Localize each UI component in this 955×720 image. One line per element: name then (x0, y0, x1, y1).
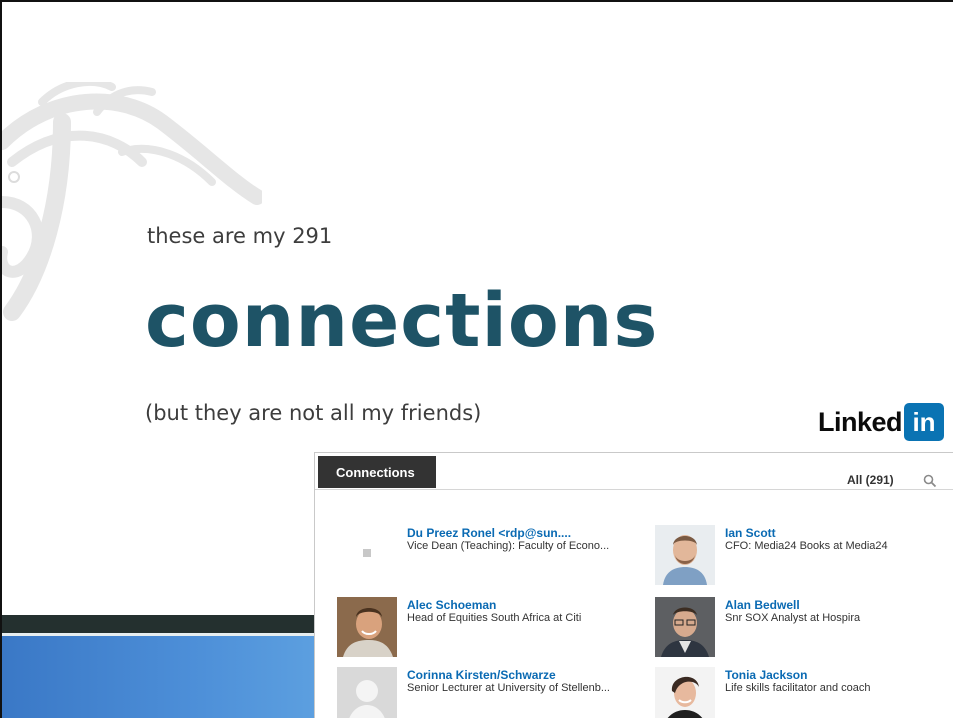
filter-all[interactable]: All (291) (847, 473, 894, 487)
connection-name[interactable]: Corinna Kirsten/Schwarze (407, 668, 556, 682)
connection-name[interactable]: Du Preez Ronel <rdp@sun.... (407, 526, 571, 540)
connection-title: Senior Lecturer at University of Stellen… (407, 682, 610, 694)
logo-badge: in (904, 403, 945, 441)
connections-panel: Connections All (291) Du Preez Ronel <rd… (314, 452, 953, 718)
footer-blue-band (2, 636, 322, 718)
connection-title: Life skills facilitator and coach (725, 682, 871, 694)
connection-title: Snr SOX Analyst at Hospira (725, 612, 861, 624)
connection-item[interactable]: Ian Scott CFO: Media24 Books at Media24 (655, 525, 953, 589)
slide: these are my 291 connections (but they a… (0, 0, 953, 718)
connection-item[interactable]: Du Preez Ronel <rdp@sun.... Vice Dean (T… (337, 525, 637, 589)
avatar-placeholder-icon[interactable] (337, 667, 397, 718)
search-icon[interactable] (923, 474, 937, 488)
tab-connections[interactable]: Connections (318, 456, 436, 488)
logo-word: Linked (818, 406, 903, 437)
connection-title: CFO: Media24 Books at Media24 (725, 540, 888, 552)
slide-title: connections (145, 278, 659, 364)
slide-aside: (but they are not all my friends) (145, 401, 482, 425)
avatar-photo[interactable] (337, 597, 397, 657)
connection-title: Vice Dean (Teaching): Faculty of Econo..… (407, 540, 610, 552)
footer-dark-band (2, 615, 322, 633)
connection-item[interactable]: Alan Bedwell Snr SOX Analyst at Hospira (655, 597, 953, 661)
panel-divider (315, 489, 953, 490)
connection-name[interactable]: Alan Bedwell (725, 598, 800, 612)
connection-item[interactable]: Tonia Jackson Life skills facilitator an… (655, 667, 953, 718)
avatar-missing-icon (363, 549, 371, 557)
connection-item[interactable]: Alec Schoeman Head of Equities South Afr… (337, 597, 637, 661)
avatar-photo[interactable] (655, 667, 715, 718)
connection-title: Head of Equities South Africa at Citi (407, 612, 582, 624)
avatar-photo[interactable] (655, 597, 715, 657)
connection-item[interactable]: Corinna Kirsten/Schwarze Senior Lecturer… (337, 667, 637, 718)
avatar-photo[interactable] (655, 525, 715, 585)
linkedin-logo: Linked in (818, 402, 945, 442)
connection-name[interactable]: Ian Scott (725, 526, 776, 540)
connection-name[interactable]: Alec Schoeman (407, 598, 496, 612)
connection-name[interactable]: Tonia Jackson (725, 668, 807, 682)
slide-subtitle: these are my 291 (147, 224, 333, 248)
